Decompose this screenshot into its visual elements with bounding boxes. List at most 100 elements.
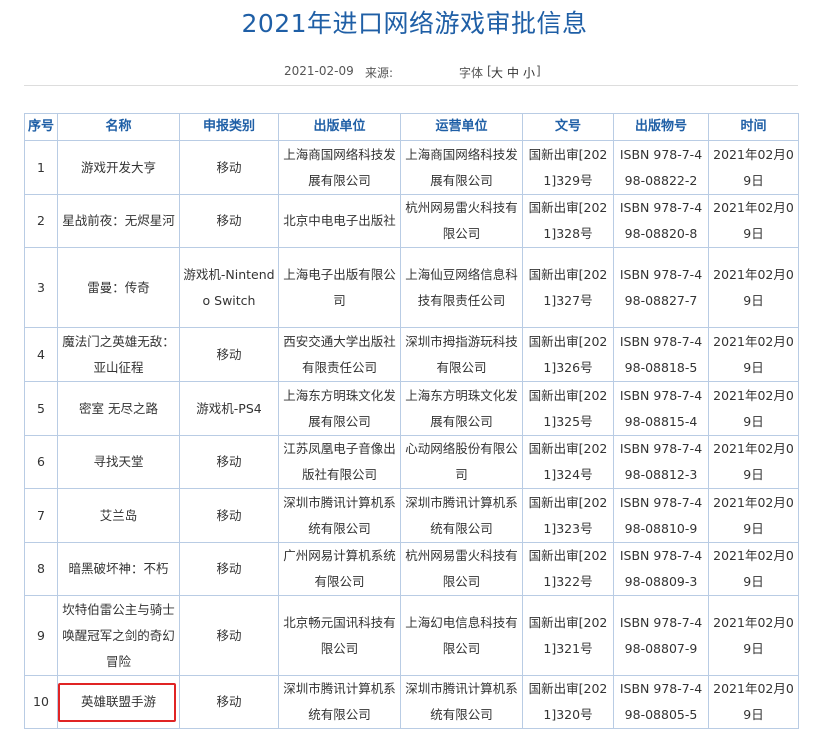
cell-category: 移动 (179, 140, 279, 195)
cell-isbn: ISBN 978-7-498-08818-5 (613, 327, 709, 382)
cell-category: 游戏机-Nintendo Switch (179, 247, 279, 328)
cell-date: 2021年02月09日 (708, 247, 799, 328)
cell-publisher: 江苏凤凰电子音像出版社有限公司 (278, 435, 401, 489)
cell-date: 2021年02月09日 (708, 488, 799, 543)
font-size-medium-link[interactable]: 中 (507, 64, 519, 81)
cell-publisher: 上海电子出版有限公司 (278, 247, 401, 328)
source-label: 来源: (365, 66, 394, 80)
cell-isbn: ISBN 978-7-498-08809-3 (613, 542, 709, 596)
cell-operator: 上海东方明珠文化发展有限公司 (400, 381, 523, 436)
cell-date: 2021年02月09日 (708, 675, 799, 729)
cell-category: 移动 (179, 675, 279, 729)
cell-isbn: ISBN 978-7-498-08812-3 (613, 435, 709, 489)
cell-approval-no: 国新出审[2021]328号 (522, 194, 614, 248)
cell-index: 3 (24, 247, 58, 328)
table-row: 1 游戏开发大亨 移动 上海商国网络科技发展有限公司 上海商国网络科技发展有限公… (24, 140, 799, 195)
cell-approval-no: 国新出审[2021]320号 (522, 675, 614, 729)
cell-operator: 杭州网易雷火科技有限公司 (400, 542, 523, 596)
cell-isbn: ISBN 978-7-498-08820-8 (613, 194, 709, 248)
cell-date: 2021年02月09日 (708, 542, 799, 596)
cell-operator: 深圳市腾讯计算机系统有限公司 (400, 675, 523, 729)
cell-name: 暗黑破坏神：不朽 (57, 542, 180, 596)
cell-publisher: 深圳市腾讯计算机系统有限公司 (278, 488, 401, 543)
cell-category: 移动 (179, 488, 279, 543)
cell-approval-no: 国新出审[2021]322号 (522, 542, 614, 596)
cell-operator: 深圳市腾讯计算机系统有限公司 (400, 488, 523, 543)
cell-category: 移动 (179, 595, 279, 676)
cell-publisher: 上海商国网络科技发展有限公司 (278, 140, 401, 195)
cell-name: 密室 无尽之路 (57, 381, 180, 436)
cell-index: 5 (24, 381, 58, 436)
table-row: 6 寻找天堂 移动 江苏凤凰电子音像出版社有限公司 心动网络股份有限公司 国新出… (24, 435, 799, 489)
cell-approval-no: 国新出审[2021]323号 (522, 488, 614, 543)
cell-publisher: 北京中电电子出版社 (278, 194, 401, 248)
publish-date: 2021-02-09 (284, 64, 354, 78)
cell-category: 移动 (179, 542, 279, 596)
table-row: 9 坎特伯雷公主与骑士唤醒冠军之剑的奇幻冒险 移动 北京畅元国讯科技有限公司 上… (24, 595, 799, 676)
cell-operator: 上海商国网络科技发展有限公司 (400, 140, 523, 195)
cell-date: 2021年02月09日 (708, 194, 799, 248)
cell-category: 游戏机-PS4 (179, 381, 279, 436)
cell-name: 魔法门之英雄无敌：亚山征程 (57, 327, 180, 382)
cell-publisher: 上海东方明珠文化发展有限公司 (278, 381, 401, 436)
cell-index: 10 (24, 675, 58, 729)
table-row: 3 雷曼：传奇 游戏机-Nintendo Switch 上海电子出版有限公司 上… (24, 247, 799, 328)
cell-name: 英雄联盟手游 (57, 675, 180, 729)
table-row: 2 星战前夜：无烬星河 移动 北京中电电子出版社 杭州网易雷火科技有限公司 国新… (24, 194, 799, 248)
cell-date: 2021年02月09日 (708, 595, 799, 676)
col-header-index: 序号 (24, 113, 58, 141)
cell-approval-no: 国新出审[2021]325号 (522, 381, 614, 436)
font-size-small-link[interactable]: 小 (523, 64, 535, 81)
cell-date: 2021年02月09日 (708, 381, 799, 436)
cell-category: 移动 (179, 327, 279, 382)
cell-category: 移动 (179, 435, 279, 489)
cell-category: 移动 (179, 194, 279, 248)
cell-publisher: 广州网易计算机系统有限公司 (278, 542, 401, 596)
cell-approval-no: 国新出审[2021]321号 (522, 595, 614, 676)
col-header-operator: 运营单位 (400, 113, 523, 141)
table-row: 7 艾兰岛 移动 深圳市腾讯计算机系统有限公司 深圳市腾讯计算机系统有限公司 国… (24, 488, 799, 543)
cell-index: 1 (24, 140, 58, 195)
cell-isbn: ISBN 978-7-498-08822-2 (613, 140, 709, 195)
cell-isbn: ISBN 978-7-498-08805-5 (613, 675, 709, 729)
cell-date: 2021年02月09日 (708, 327, 799, 382)
font-bracket-close: ] (536, 64, 541, 78)
cell-isbn: ISBN 978-7-498-08827-7 (613, 247, 709, 328)
cell-publisher: 深圳市腾讯计算机系统有限公司 (278, 675, 401, 729)
cell-index: 8 (24, 542, 58, 596)
cell-operator: 杭州网易雷火科技有限公司 (400, 194, 523, 248)
col-header-isbn: 出版物号 (613, 113, 709, 141)
cell-index: 7 (24, 488, 58, 543)
font-size-label: 字体 (459, 66, 484, 80)
header-divider (24, 85, 798, 86)
cell-date: 2021年02月09日 (708, 140, 799, 195)
cell-index: 9 (24, 595, 58, 676)
cell-operator: 心动网络股份有限公司 (400, 435, 523, 489)
col-header-date: 时间 (708, 113, 799, 141)
col-header-name: 名称 (57, 113, 180, 141)
cell-name: 雷曼：传奇 (57, 247, 180, 328)
cell-approval-no: 国新出审[2021]327号 (522, 247, 614, 328)
cell-name: 星战前夜：无烬星河 (57, 194, 180, 248)
cell-isbn: ISBN 978-7-498-08810-9 (613, 488, 709, 543)
cell-index: 6 (24, 435, 58, 489)
cell-isbn: ISBN 978-7-498-08815-4 (613, 381, 709, 436)
cell-name: 坎特伯雷公主与骑士唤醒冠军之剑的奇幻冒险 (57, 595, 180, 676)
cell-name: 艾兰岛 (57, 488, 180, 543)
table-header-row: 序号 名称 申报类别 出版单位 运营单位 文号 出版物号 时间 (24, 113, 799, 141)
col-header-publisher: 出版单位 (278, 113, 401, 141)
cell-index: 2 (24, 194, 58, 248)
table-row: 4 魔法门之英雄无敌：亚山征程 移动 西安交通大学出版社有限责任公司 深圳市拇指… (24, 327, 799, 382)
article-meta: 2021-02-09 来源: 字体 [ 大 中 小 ] (0, 64, 829, 80)
cell-isbn: ISBN 978-7-498-08807-9 (613, 595, 709, 676)
table-row: 10 英雄联盟手游 移动 深圳市腾讯计算机系统有限公司 深圳市腾讯计算机系统有限… (24, 675, 799, 729)
cell-operator: 上海幻电信息科技有限公司 (400, 595, 523, 676)
cell-name: 寻找天堂 (57, 435, 180, 489)
cell-approval-no: 国新出审[2021]326号 (522, 327, 614, 382)
cell-publisher: 北京畅元国讯科技有限公司 (278, 595, 401, 676)
col-header-category: 申报类别 (179, 113, 279, 141)
cell-operator: 深圳市拇指游玩科技有限公司 (400, 327, 523, 382)
table-row: 8 暗黑破坏神：不朽 移动 广州网易计算机系统有限公司 杭州网易雷火科技有限公司… (24, 542, 799, 596)
col-header-approval-no: 文号 (522, 113, 614, 141)
font-size-large-link[interactable]: 大 (491, 64, 503, 81)
